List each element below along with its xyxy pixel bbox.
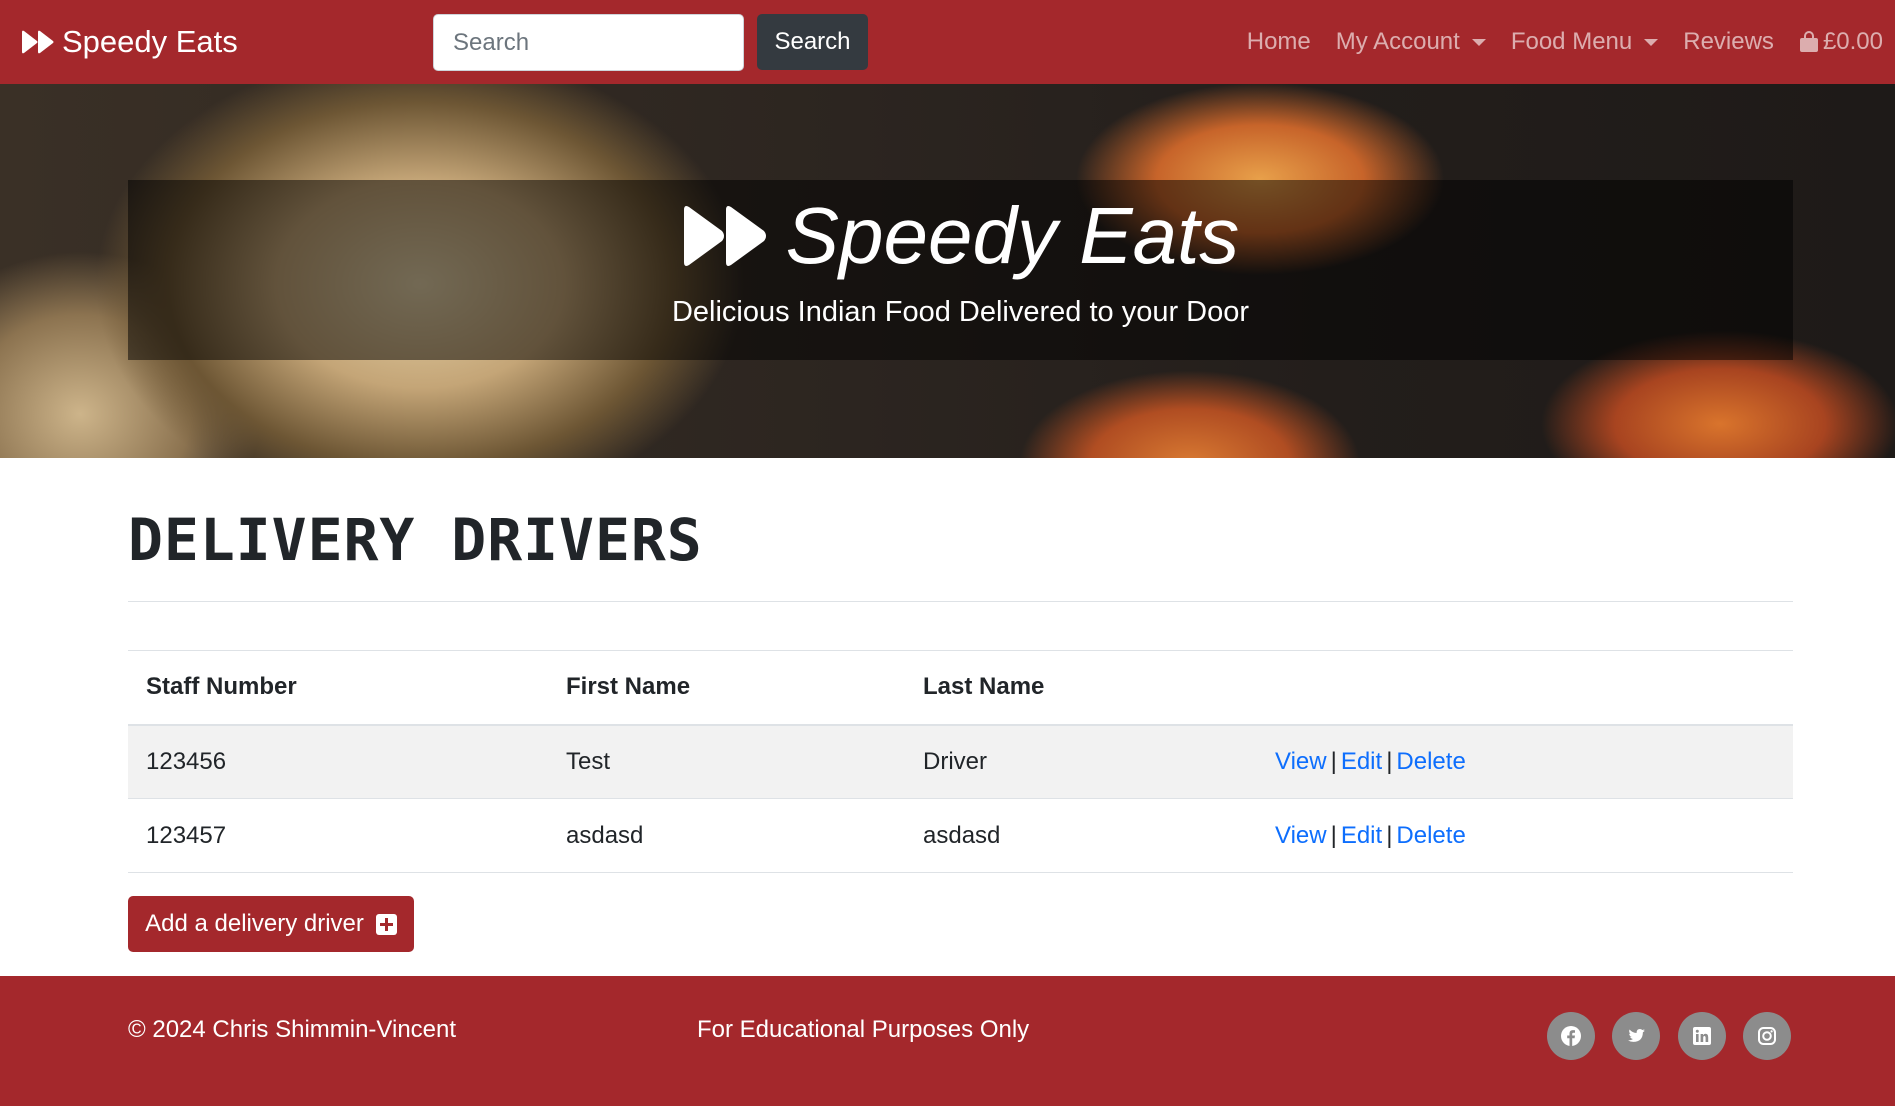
- basket-total: £0.00: [1822, 28, 1883, 55]
- separator: |: [1386, 747, 1393, 775]
- nav-food-menu-label: Food Menu: [1510, 28, 1633, 55]
- separator: |: [1330, 747, 1337, 775]
- plus-square-icon: [375, 913, 397, 935]
- nav-my-account-dropdown[interactable]: My Account: [1336, 28, 1486, 56]
- cell-first-name: Test: [548, 724, 905, 799]
- facebook-icon: [1561, 1026, 1581, 1046]
- delete-link[interactable]: Delete: [1396, 822, 1465, 849]
- educational-notice: For Educational Purposes Only: [697, 1016, 1030, 1043]
- separator: |: [1386, 821, 1393, 849]
- header-staff-number: Staff Number: [128, 650, 548, 726]
- top-navbar: Speedy Eats Search Home My Account Food …: [0, 0, 1895, 84]
- cell-staff-number: 123457: [128, 798, 548, 873]
- search-input[interactable]: [433, 14, 744, 71]
- page-title: DELIVERY DRIVERS: [128, 506, 703, 574]
- hero-title: Speedy Eats: [682, 190, 1240, 282]
- chevron-down-icon: [1644, 38, 1659, 46]
- header-last-name: Last Name: [905, 650, 1257, 726]
- nav-reviews[interactable]: Reviews: [1683, 28, 1774, 56]
- nav-links: Home My Account Food Menu Reviews £0.00: [1222, 22, 1883, 62]
- nav-home[interactable]: Home: [1247, 28, 1311, 56]
- add-delivery-driver-label: Add a delivery driver: [145, 910, 364, 937]
- header-actions: [1257, 650, 1793, 726]
- shopping-bag-icon: [1799, 31, 1818, 52]
- instagram-link[interactable]: [1743, 1012, 1791, 1060]
- chevron-down-icon: [1471, 38, 1486, 46]
- cell-first-name: asdasd: [548, 798, 905, 873]
- hero-banner: Speedy Eats Delicious Indian Food Delive…: [0, 84, 1895, 458]
- header-first-name: First Name: [548, 650, 905, 726]
- copyright-text: © 2024 Chris Shimmin-Vincent: [128, 1016, 457, 1043]
- table-header-row: Staff Number First Name Last Name: [128, 650, 1793, 726]
- brand-link[interactable]: Speedy Eats: [22, 22, 238, 62]
- nav-my-account-label: My Account: [1335, 28, 1460, 55]
- cell-last-name: asdasd: [905, 798, 1257, 873]
- add-delivery-driver-button[interactable]: Add a delivery driver: [128, 896, 414, 952]
- brand-name: Speedy Eats: [62, 24, 238, 59]
- hero-title-text: Speedy Eats: [785, 191, 1240, 280]
- nav-basket[interactable]: £0.00: [1799, 28, 1883, 56]
- edit-link[interactable]: Edit: [1341, 822, 1382, 849]
- cell-actions: View | Edit | Delete: [1257, 724, 1793, 799]
- cell-last-name: Driver: [905, 724, 1257, 799]
- divider: [128, 601, 1793, 602]
- delete-link[interactable]: Delete: [1396, 748, 1465, 775]
- separator: |: [1330, 821, 1337, 849]
- table-row: 123457 asdasd asdasd View | Edit | Delete: [128, 798, 1793, 873]
- edit-link[interactable]: Edit: [1341, 748, 1382, 775]
- hero-overlay-panel: Speedy Eats Delicious Indian Food Delive…: [128, 180, 1793, 360]
- table-row: 123456 Test Driver View | Edit | Delete: [128, 724, 1793, 799]
- nav-food-menu-dropdown[interactable]: Food Menu: [1510, 28, 1659, 56]
- fast-forward-icon: [22, 30, 54, 54]
- fast-forward-icon: [683, 206, 766, 266]
- view-link[interactable]: View: [1275, 822, 1327, 849]
- view-link[interactable]: View: [1275, 748, 1327, 775]
- drivers-table: Staff Number First Name Last Name 123456…: [128, 650, 1793, 873]
- search-button[interactable]: Search: [757, 14, 868, 70]
- instagram-icon: [1758, 1027, 1776, 1045]
- twitter-link[interactable]: [1612, 1012, 1660, 1060]
- cell-staff-number: 123456: [128, 724, 548, 799]
- footer: © 2024 Chris Shimmin-Vincent For Educati…: [0, 976, 1895, 1106]
- linkedin-icon: [1693, 1027, 1711, 1045]
- twitter-icon: [1628, 1029, 1645, 1042]
- facebook-link[interactable]: [1547, 1012, 1595, 1060]
- linkedin-link[interactable]: [1678, 1012, 1726, 1060]
- hero-subtitle: Delicious Indian Food Delivered to your …: [671, 296, 1250, 328]
- cell-actions: View | Edit | Delete: [1257, 798, 1793, 873]
